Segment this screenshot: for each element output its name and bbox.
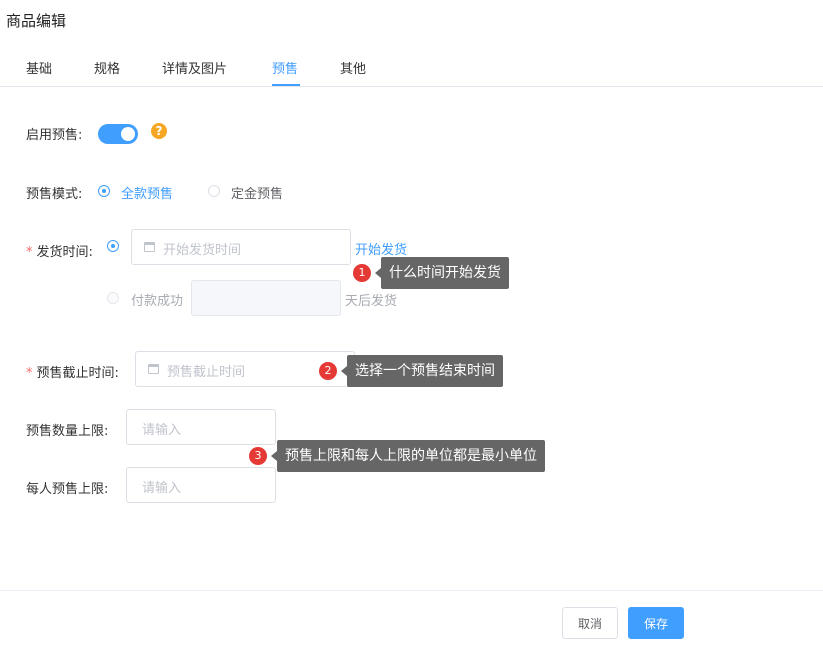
full-payment-radio[interactable]	[98, 185, 110, 197]
switch-knob	[121, 127, 135, 141]
full-payment-label[interactable]: 全款预售	[121, 183, 173, 202]
qty-limit-input[interactable]: 请输入	[126, 409, 276, 445]
ship-time-label: * 发货时间:	[26, 245, 93, 260]
ship-start-radio[interactable]	[107, 240, 119, 252]
presale-end-label-text: 预售截止时间:	[36, 366, 119, 381]
tab-basic[interactable]: 基础	[26, 58, 52, 77]
per-user-limit-input[interactable]: 请输入	[126, 467, 276, 503]
annotation-badge-2: 2	[319, 362, 337, 380]
annotation-tooltip-2: 选择一个预售结束时间	[341, 355, 503, 387]
ship-start-suffix: 开始发货	[355, 243, 408, 258]
tab-other[interactable]: 其他	[340, 58, 366, 77]
annotation-badge-3: 3	[249, 447, 267, 465]
tab-specs[interactable]: 规格	[94, 58, 120, 77]
tab-details-images[interactable]: 详情及图片	[162, 58, 227, 77]
tab-presale[interactable]: 预售	[272, 58, 298, 77]
ship-after-pay-radio[interactable]	[107, 292, 119, 304]
ship-start-placeholder: 开始发货时间	[163, 243, 242, 258]
deposit-label[interactable]: 定金预售	[231, 183, 283, 202]
annotation-tooltip-3: 预售上限和每人上限的单位都是最小单位	[271, 440, 545, 472]
page-title: 商品编辑	[6, 12, 67, 30]
tab-bar: 基础 规格 详情及图片 预售 其他	[0, 56, 823, 87]
footer-bar	[0, 590, 823, 652]
ship-time-label-text: 发货时间:	[36, 245, 93, 260]
ship-after-pay-suffix: 天后发货	[345, 294, 398, 309]
calendar-icon	[148, 364, 159, 374]
save-button[interactable]: 保存	[628, 607, 684, 639]
cancel-button[interactable]: 取消	[562, 607, 618, 639]
qty-limit-label: 预售数量上限:	[26, 424, 109, 439]
annotation-badge-1: 1	[353, 264, 371, 282]
calendar-icon	[144, 242, 155, 252]
ship-days-input[interactable]	[191, 280, 341, 316]
enable-presale-switch[interactable]	[98, 124, 138, 144]
active-tab-indicator	[272, 84, 300, 86]
per-user-limit-placeholder: 请输入	[142, 481, 182, 496]
per-user-limit-label: 每人预售上限:	[26, 482, 109, 497]
annotation-tooltip-1: 什么时间开始发货	[375, 257, 509, 289]
presale-end-label: * 预售截止时间:	[26, 366, 119, 381]
presale-end-placeholder: 预售截止时间	[167, 365, 246, 380]
deposit-radio[interactable]	[208, 185, 220, 197]
enable-presale-label: 启用预售:	[26, 128, 83, 143]
ship-after-pay-label: 付款成功	[131, 294, 184, 309]
ship-start-date-input[interactable]: 开始发货时间	[131, 229, 351, 265]
qty-limit-placeholder: 请输入	[142, 423, 182, 438]
question-icon[interactable]: ?	[151, 123, 167, 139]
presale-mode-label: 预售模式:	[26, 187, 83, 202]
